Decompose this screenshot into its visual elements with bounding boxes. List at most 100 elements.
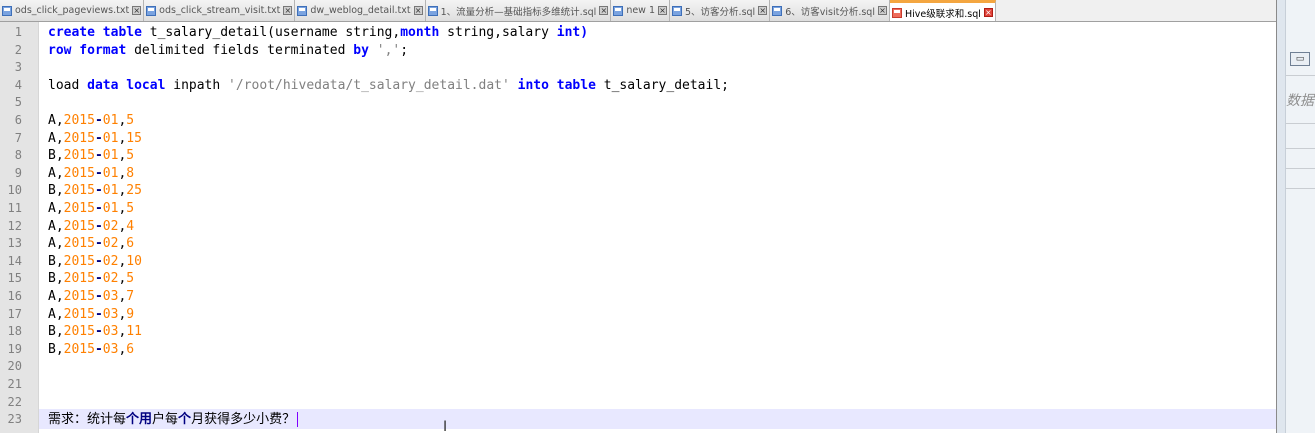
line-number: 20 [7,359,22,374]
data-year: 2015 [63,113,95,128]
line-number: 11 [7,201,22,215]
code-text: string,salary [439,25,557,40]
tab-6[interactable]: 5、访客分析.sql × [670,0,771,21]
delimiter: , [55,201,64,216]
string-literal: '/root/hivedata/t_salary_detail.dat' [228,77,510,93]
close-icon[interactable]: × [283,6,293,15]
code-line-23[interactable]: 需求：统计每个用户每个月获得多少小费？ [48,411,299,429]
code-line-18[interactable]: B,2015-03,11 [48,323,142,341]
close-icon[interactable]: × [132,6,142,15]
data-month: 02 [102,271,119,287]
keyword: create table [48,25,142,40]
delimiter: , [55,236,64,252]
data-month: 01 [102,148,119,164]
close-icon[interactable]: × [599,6,609,15]
data-amount: 11 [126,324,142,340]
side-divider [1286,75,1315,76]
tab-3[interactable]: dw_weblog_detail.txt × [295,0,426,21]
data-user: B [48,253,56,269]
data-year: 2015 [63,183,95,199]
data-year: 2015 [63,271,95,287]
data-amount: 5 [126,113,135,128]
side-divider [1286,148,1315,149]
code-line-10[interactable]: B,2015-01,25 [48,182,142,200]
operator: - [94,165,103,181]
delimiter: , [55,253,64,269]
data-year: 2015 [63,165,95,181]
code-text: ; [400,42,409,58]
tab-4[interactable]: 1、流量分析—基础指标多维统计.sql × [425,0,612,21]
data-amount: 5 [126,201,135,216]
data-amount: 4 [126,218,135,234]
code-text: t_salary_detail(username string, [141,25,401,40]
close-icon[interactable]: × [983,8,993,17]
delimiter: , [55,218,64,234]
code-line-2[interactable]: row format delimited fields terminated b… [48,42,408,60]
tab-5[interactable]: new 1 × [611,0,671,21]
line-number: 22 [7,394,22,409]
data-user: A [48,130,56,146]
code-line-4[interactable]: load data local inpath '/root/hivedata/t… [48,77,729,95]
line-number: 18 [7,324,22,339]
data-month: 02 [102,253,119,269]
data-month: 02 [102,218,119,234]
comment-text: 需求：统计每 [48,412,127,428]
data-amount: 9 [126,306,135,322]
code-line-19[interactable]: B,2015-03,6 [48,341,134,359]
code-text: delimited fields terminated [126,42,354,58]
line-number: 10 [7,183,22,198]
tab-label: dw_weblog_detail.txt [310,5,411,16]
code-editor[interactable]: 1 2 3 4 5 6 7 8 9 10 11 12 13 14 15 16 17 18 19 20 21 22 23 cr… [0,22,1276,435]
close-icon[interactable]: × [413,6,423,15]
file-icon [427,5,438,16]
delimiter: , [55,130,64,146]
code-line-13[interactable]: A,2015-02,6 [48,235,134,253]
data-month: 03 [102,341,119,357]
code-line-11[interactable]: A,2015-01,5 [48,200,134,218]
line-number: 7 [14,130,22,145]
panel-toggle-icon[interactable]: ▭ [1290,52,1310,66]
close-icon[interactable]: × [877,6,887,15]
tab-7[interactable]: 6、访客visit分析.sql × [770,0,890,21]
code-line-16[interactable]: A,2015-03,7 [48,288,134,306]
code-line-15[interactable]: B,2015-02,5 [48,270,134,288]
code-line-9[interactable]: A,2015-01,8 [48,165,134,183]
data-month: 03 [102,324,119,340]
side-panel-label: 数据 [1286,93,1314,109]
tab-label: Hive级联求和.sql [904,8,981,20]
data-year: 2015 [63,253,95,269]
close-icon[interactable]: × [758,6,768,15]
data-amount: 5 [126,271,135,287]
data-user: A [48,218,56,234]
code-line-12[interactable]: A,2015-02,4 [48,218,134,236]
tab-label: ods_click_pageviews.txt [15,5,130,16]
line-number: 12 [7,218,22,233]
tab-1[interactable]: ods_click_pageviews.txt × [0,0,145,21]
side-panel-scrollbar[interactable] [1277,0,1286,433]
data-user: A [48,289,56,304]
delimiter: , [55,271,64,287]
operator: - [94,183,103,199]
tab-label: 5、访客分析.sql [685,6,756,18]
code-line-7[interactable]: A,2015-01,15 [48,130,142,148]
code-line-14[interactable]: B,2015-02,10 [48,253,142,271]
data-amount: 5 [126,148,135,164]
data-amount: 7 [126,289,135,304]
code-text: t_salary_detail; [595,77,729,93]
line-number: 6 [14,113,22,127]
delimiter: , [55,148,64,164]
code-line-6[interactable]: A,2015-01,5 [48,112,134,130]
data-amount: 8 [126,165,135,181]
line-number: 19 [7,341,22,356]
tab-2[interactable]: ods_click_stream_visit.txt × [144,0,296,21]
keyword: into table [517,77,596,93]
data-year: 2015 [63,306,95,322]
operator: - [94,324,103,340]
code-line-17[interactable]: A,2015-03,9 [48,306,134,324]
tab-8[interactable]: Hive级联求和.sql × [889,0,996,21]
code-line-8[interactable]: B,2015-01,5 [48,147,134,165]
string-literal: ',' [376,42,401,58]
data-year: 2015 [63,218,95,234]
close-icon[interactable]: × [658,6,668,15]
code-line-1[interactable]: create table t_salary_detail(username st… [48,24,588,42]
